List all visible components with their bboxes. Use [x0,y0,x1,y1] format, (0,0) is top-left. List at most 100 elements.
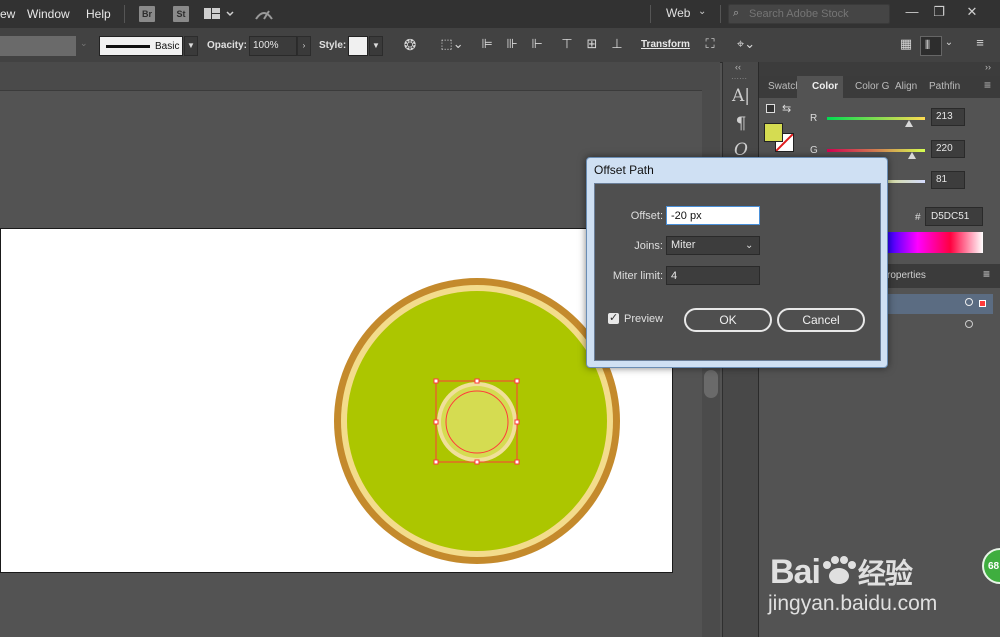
channel-r-value[interactable]: 213 [931,108,965,126]
layer-row[interactable] [885,316,993,336]
grip-icon: ⋯⋯ [731,74,747,83]
tab-swatches[interactable]: Swatch [768,81,801,92]
stock-search-input[interactable] [749,6,887,22]
align-right-icon[interactable]: ⊩ [528,36,546,52]
channel-g-value[interactable]: 220 [931,140,965,158]
stroke-style-label: Basic [155,41,180,52]
panel-options-button[interactable]: ⫴ [920,36,942,56]
align-to-icon[interactable]: ⬚⌄ [440,36,464,52]
tab-align[interactable]: Align [895,81,917,92]
stroke-profile-box[interactable]: Basic [99,36,183,56]
chevron-down-icon[interactable]: ⌄ [944,37,954,48]
channel-r-knob[interactable] [904,120,913,127]
ok-button[interactable]: OK [684,308,772,332]
align-left-icon[interactable]: ⊫ [478,36,496,52]
restore-button[interactable]: ❐ [927,3,951,21]
graphic-style-dropdown[interactable]: ▼ [369,36,383,56]
target-icon[interactable] [965,320,973,328]
joins-select[interactable]: Miter ⌄ [666,236,760,255]
collapse-arrows-icon[interactable]: ‹‹ [735,62,741,72]
close-button[interactable]: ✕ [960,3,984,21]
stock-search[interactable]: ⌕ [728,4,890,24]
panel-menu-icon[interactable]: ≡ [984,78,991,92]
preview-checkbox[interactable]: ✓ [608,312,619,324]
channel-r-label: R [810,113,818,124]
cancel-button[interactable]: Cancel [777,308,865,332]
isolate-object-icon[interactable]: ⛶ [700,36,720,52]
offset-input[interactable] [666,206,760,225]
recolor-artwork-icon[interactable]: ❂ [400,36,420,54]
small-circle[interactable] [441,386,513,458]
channel-g-knob[interactable] [907,152,916,159]
stroke-style-dropdown[interactable]: ▼ [184,36,198,56]
stock-icon[interactable]: St [173,6,189,22]
panel-tabs: Swatch ≎ Color Color G Align Pathfin ≡ [759,76,1000,98]
workspace-switcher[interactable]: Web ⌄ [658,4,712,24]
grid-view-icon[interactable]: ▦ [898,36,914,52]
tab-color-guide[interactable]: Color G [855,81,889,92]
selection-indicator-icon[interactable] [979,300,986,307]
selection-handle[interactable] [474,459,480,465]
selection-handle[interactable] [514,419,520,425]
opacity-value: 100% [253,40,279,51]
chevron-down-icon: ⌄ [698,6,707,17]
selection-handle[interactable] [514,459,520,465]
arrange-documents-icon[interactable] [204,7,234,21]
joins-label: Joins: [634,240,663,252]
shape-modes-icon[interactable]: ⌖⌄ [730,36,762,52]
align-middle-icon[interactable]: ⊞ [583,36,601,52]
style-label: Style: [319,40,347,51]
preview-label[interactable]: Preview [624,313,663,325]
panel-group-header: ›› [759,62,1000,76]
baidu-watermark-logo: Bai 经验 [770,552,913,592]
scrollbar-thumb[interactable] [704,370,718,398]
swap-fill-stroke-icon[interactable]: ⇆ [782,102,791,115]
menu-divider [650,5,651,23]
channel-b-value[interactable]: 81 [931,171,965,189]
color-spectrum[interactable] [885,232,983,253]
selection-handle[interactable] [514,378,520,384]
opacity-field[interactable]: 100% [249,36,297,56]
hex-field[interactable]: D5DC51 [925,207,983,226]
opacity-expand-button[interactable]: › [297,36,311,56]
badge-count: 68 [988,561,1000,572]
stroke-line [106,45,150,48]
target-icon[interactable] [965,298,973,306]
workspace-label: Web [666,6,691,20]
align-center-icon[interactable]: ⊪ [503,36,521,52]
fill-swatch[interactable] [764,123,783,142]
selection-handle[interactable] [474,378,480,384]
selection-handle[interactable] [433,419,439,425]
selection-handle[interactable] [433,378,439,384]
panel-menu-icon[interactable]: ≡ [983,267,990,281]
expand-arrows-icon[interactable]: ›› [985,62,991,72]
joins-value: Miter [671,239,696,251]
transform-link[interactable]: Transform [641,39,690,50]
document-tab-bar [0,62,720,91]
tab-color[interactable]: Color [812,81,838,92]
control-bar: ⌄ Basic ▼ Opacity: 100% › Style: ▼ ❂ ⬚⌄ … [0,28,1000,63]
paragraph-panel-icon[interactable]: ¶ [723,114,759,134]
bridge-icon[interactable]: Br [139,6,155,22]
menu-view[interactable]: ew [0,7,15,21]
menu-lines-icon[interactable]: ≡ [970,35,990,50]
gpu-performance-icon[interactable] [254,5,274,23]
layer-row-selected[interactable] [885,294,993,314]
selection-handle[interactable] [433,459,439,465]
graphic-style-swatch[interactable] [348,36,368,56]
align-top-icon[interactable]: ⊤ [558,36,576,52]
tab-properties[interactable]: roperties [887,270,926,281]
menu-help[interactable]: Help [86,7,111,21]
miter-limit-label: Miter limit: [612,270,663,282]
chevron-down-icon: ⌄ [80,38,88,48]
minimize-button[interactable]: — [900,3,924,21]
character-panel-icon[interactable]: A| [723,86,759,106]
paw-icon [820,556,858,586]
default-colors-icon[interactable] [766,104,775,113]
menu-window[interactable]: Window [27,7,70,21]
miter-limit-input[interactable] [666,266,760,285]
align-bottom-icon[interactable]: ⊥ [608,36,626,52]
tab-pathfinder[interactable]: Pathfin [929,81,960,92]
panel-menu-icon: ⫴ [925,38,931,52]
fill-stroke-swatch[interactable] [0,36,76,56]
